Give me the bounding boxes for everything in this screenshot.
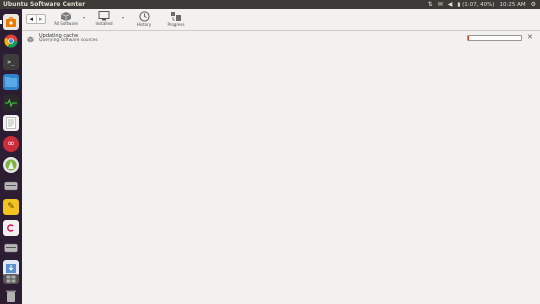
system-tray: ⇅ ✉ ◀ ▮ (1:07, 40%) 10:25 AM ⚙ [428, 0, 536, 9]
disk-drive-icon[interactable] [3, 178, 19, 194]
pencil-app-icon[interactable]: ✎ [3, 199, 19, 215]
status-subtitle: Querying software sources [39, 38, 98, 43]
forward-arrow-icon[interactable]: ▸ [37, 15, 46, 23]
package-icon [27, 36, 34, 43]
battery-text: (1:07, 40%) [462, 1, 495, 8]
chromium-browser-icon[interactable] [3, 33, 19, 49]
monitor-icon [98, 11, 110, 21]
battery-indicator[interactable]: ▮ (1:07, 40%) [457, 2, 494, 8]
installed-label: Installed [95, 21, 113, 26]
clock-icon [138, 11, 150, 22]
launcher: >_ ∞ ✎ [0, 9, 22, 304]
back-arrow-icon[interactable]: ◂ [27, 15, 37, 23]
history-label: History [136, 22, 152, 27]
ubuntu-software-center-icon[interactable] [0, 14, 19, 30]
keyboard-icon[interactable]: ✉ [438, 0, 443, 9]
navigation-buttons: ◂ ▸ [26, 14, 46, 24]
volume-icon[interactable]: ◀ [448, 0, 453, 9]
installed-button[interactable]: Installed [90, 11, 118, 29]
window-title: Ubuntu Software Center [3, 1, 86, 8]
installed-dropdown-icon[interactable]: ▾ [122, 15, 124, 20]
toolbar: ◂ ▸ All Software ▾ Installed ▾ History P… [22, 9, 540, 31]
files-icon[interactable] [3, 74, 19, 90]
terminal-icon[interactable]: >_ [3, 54, 19, 70]
all-software-button[interactable]: All Software [52, 11, 80, 29]
android-studio-icon[interactable] [3, 157, 19, 173]
progress-icon [171, 12, 181, 21]
infinity-app-icon[interactable]: ∞ [3, 136, 19, 152]
progress-bar [467, 35, 522, 41]
all-software-icon [60, 12, 72, 21]
history-button[interactable]: History [130, 11, 158, 29]
network-icon[interactable]: ⇅ [428, 0, 433, 9]
system-monitor-icon[interactable] [3, 95, 19, 111]
progress-label: Progress [167, 22, 185, 27]
text-editor-icon[interactable] [3, 115, 19, 131]
all-software-dropdown-icon[interactable]: ▾ [83, 15, 85, 20]
disk-drive-2-icon[interactable] [3, 240, 19, 256]
progress-view: Updating cache Querying software sources… [22, 31, 540, 304]
workspace-switcher-icon[interactable] [3, 274, 19, 284]
progress-bar-fill [468, 36, 470, 40]
all-software-label: All Software [54, 21, 78, 26]
progress-button[interactable]: Progress [162, 11, 190, 29]
trash-icon[interactable] [3, 289, 19, 303]
clock[interactable]: 10:25 AM [500, 2, 526, 8]
gear-icon[interactable]: ⚙ [531, 0, 536, 9]
debian-package-icon[interactable] [3, 220, 19, 236]
top-panel: Ubuntu Software Center ⇅ ✉ ◀ ▮ (1:07, 40… [0, 0, 540, 9]
cancel-icon[interactable]: ✕ [527, 33, 533, 41]
